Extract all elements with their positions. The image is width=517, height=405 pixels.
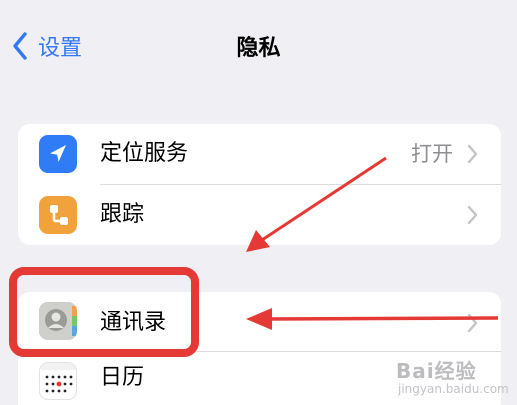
row-value: 打开 (411, 142, 453, 166)
row-label: 跟踪 (100, 202, 145, 227)
contacts-icon (39, 302, 77, 340)
row-label: 日历 (100, 365, 145, 390)
watermark-logo: Bai经验 (396, 359, 477, 383)
row-label: 通讯录 (100, 310, 167, 335)
watermark-url: jingyan.baidu.com (398, 382, 509, 396)
row-contacts[interactable]: 通讯录 (18, 292, 501, 351)
navigation-bar: 设置 隐私 (0, 0, 517, 92)
chevron-right-icon (467, 205, 478, 225)
calendar-icon (39, 362, 77, 400)
chevron-right-icon (467, 313, 478, 333)
chevron-right-icon (467, 144, 478, 164)
row-label: 定位服务 (100, 141, 189, 166)
tracking-icon (39, 196, 77, 234)
page-title: 隐私 (236, 36, 281, 61)
location-arrow-icon (39, 135, 77, 173)
settings-group-location: 定位服务 打开 跟踪 (18, 124, 501, 245)
row-location-services[interactable]: 定位服务 打开 (18, 124, 501, 184)
row-tracking[interactable]: 跟踪 (18, 185, 501, 245)
